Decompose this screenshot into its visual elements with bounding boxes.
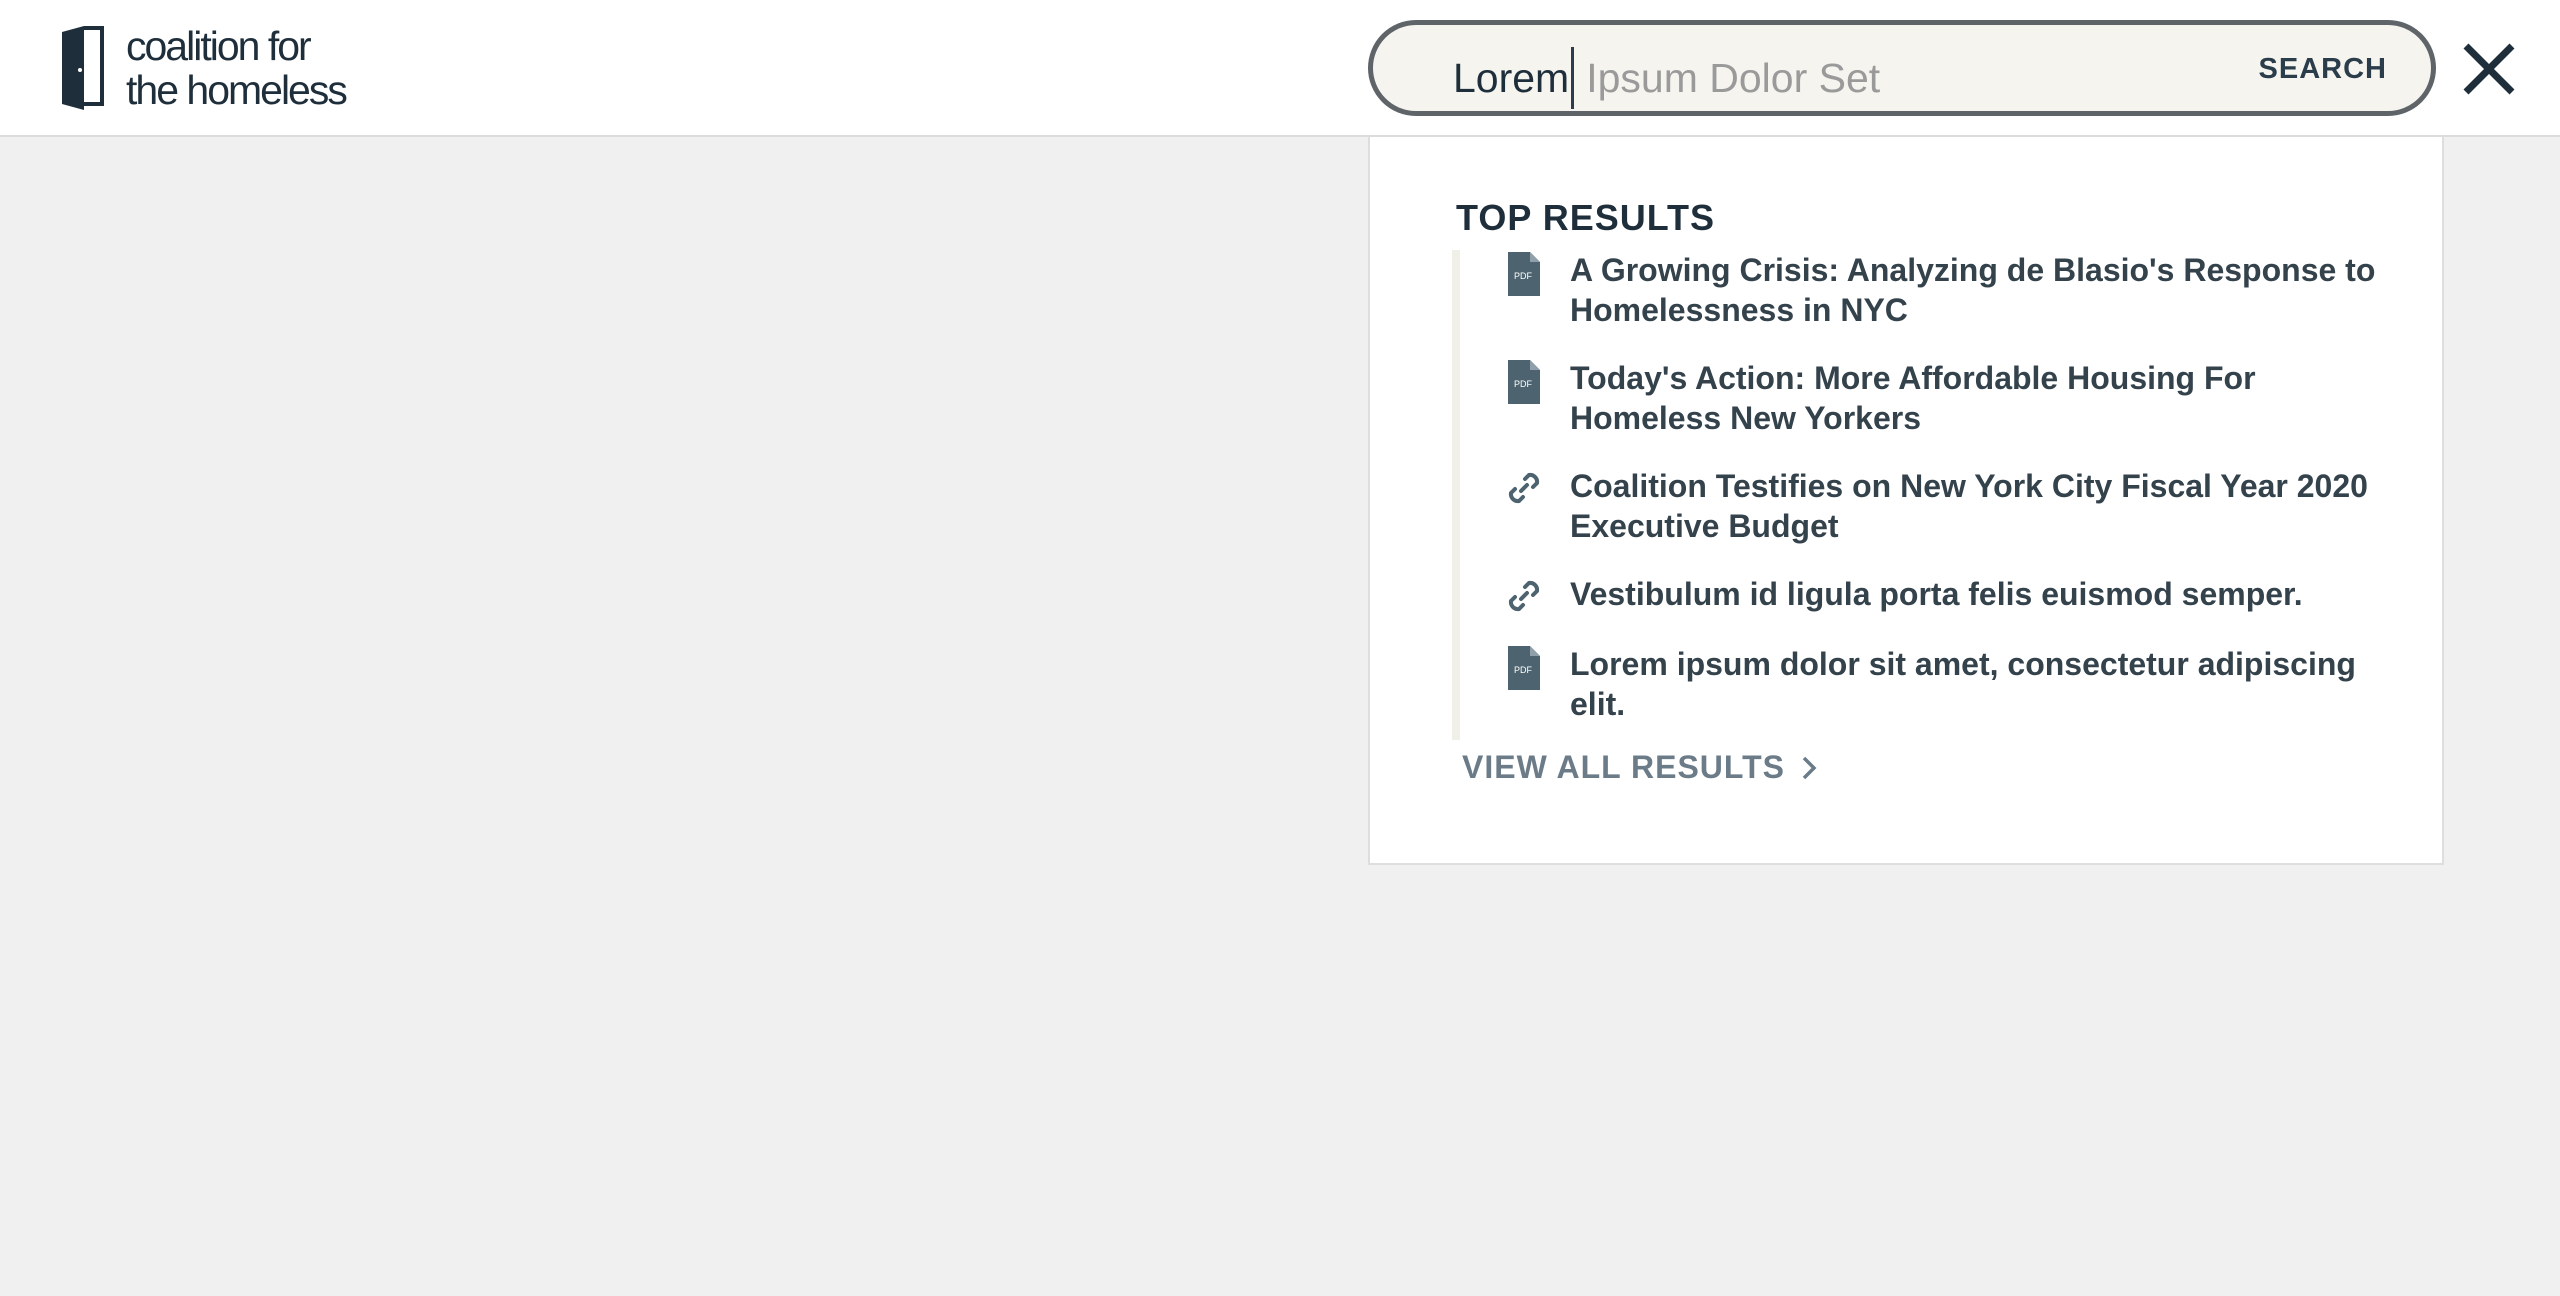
result-item[interactable]: PDF Lorem ipsum dolor sit amet, consectet… xyxy=(1504,644,2392,724)
chevron-right-icon xyxy=(1802,756,1817,779)
close-search-button[interactable] xyxy=(2460,40,2518,98)
logo[interactable]: coalition for the homeless xyxy=(58,23,348,113)
search-placeholder: Ipsum Dolor Set xyxy=(1586,55,1881,101)
logo-line-1: coalition for xyxy=(126,23,312,69)
view-all-label: VIEW ALL RESULTS xyxy=(1462,749,1785,785)
results-list: PDF A Growing Crisis: Analyzing de Blasio… xyxy=(1452,250,2392,740)
svg-text:PDF: PDF xyxy=(1514,379,1533,389)
result-item[interactable]: PDF Today's Action: More Affordable Housi… xyxy=(1504,358,2392,438)
site-header: coalition for the homeless Lorem Ipsum D… xyxy=(0,0,2560,137)
search-button[interactable]: SEARCH xyxy=(2259,53,2387,86)
search-typed-text: Lorem xyxy=(1453,55,1570,101)
text-caret xyxy=(1571,47,1575,109)
close-icon xyxy=(2463,43,2515,95)
results-heading: TOP RESULTS xyxy=(1456,197,1716,238)
svg-text:PDF: PDF xyxy=(1514,665,1533,675)
result-title: A Growing Crisis: Analyzing de Blasio's … xyxy=(1570,252,2376,328)
result-item[interactable]: PDF A Growing Crisis: Analyzing de Blasio… xyxy=(1504,250,2392,330)
view-all-results-link[interactable]: VIEW ALL RESULTS xyxy=(1462,749,1817,786)
result-title: Vestibulum id ligula porta felis euismod… xyxy=(1570,576,2303,612)
search-query[interactable]: Lorem Ipsum Dolor Set xyxy=(1453,47,1880,109)
result-title: Today's Action: More Affordable Housing … xyxy=(1570,360,2256,436)
result-title: Lorem ipsum dolor sit amet, consectetur … xyxy=(1570,646,2356,722)
search-results-dropdown: TOP RESULTS PDF A Growing Crisis: Analyzi… xyxy=(1368,137,2444,865)
result-title: Coalition Testifies on New York City Fis… xyxy=(1570,468,2368,544)
result-item[interactable]: Coalition Testifies on New York City Fis… xyxy=(1504,466,2392,546)
link-icon xyxy=(1504,466,1546,508)
result-item[interactable]: Vestibulum id ligula porta felis euismod… xyxy=(1504,574,2392,616)
pdf-icon: PDF xyxy=(1504,358,1546,404)
logo-line-2: the homeless xyxy=(126,67,348,113)
svg-text:PDF: PDF xyxy=(1514,271,1533,281)
pdf-icon: PDF xyxy=(1504,644,1546,690)
link-icon xyxy=(1504,574,1546,616)
door-logo-icon xyxy=(62,26,104,110)
search-input[interactable]: Lorem Ipsum Dolor Set SEARCH xyxy=(1368,20,2436,116)
pdf-icon: PDF xyxy=(1504,250,1546,296)
logo-wordmark: coalition for the homeless xyxy=(126,23,348,113)
